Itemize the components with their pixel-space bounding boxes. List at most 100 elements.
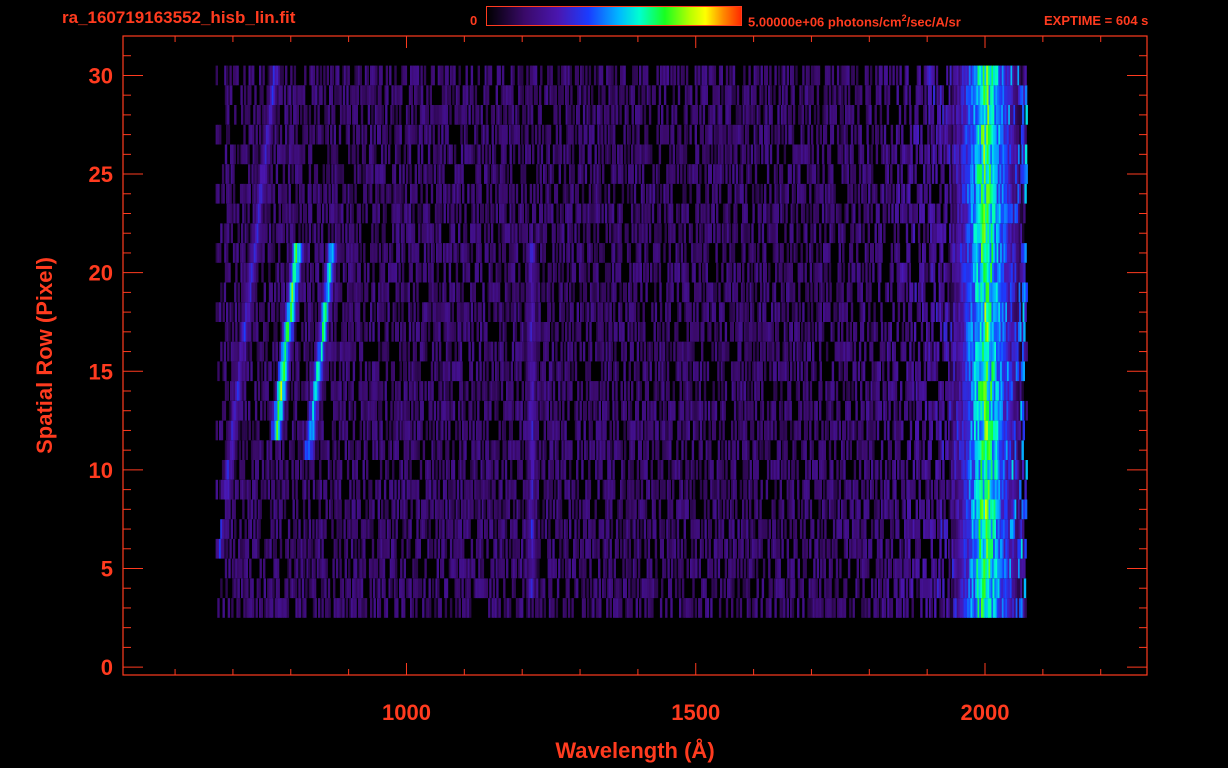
heatmap-cell <box>709 440 712 460</box>
heatmap-cell <box>259 558 262 579</box>
heatmap-cell <box>286 460 289 480</box>
heatmap-cell <box>230 519 233 539</box>
heatmap-cell <box>551 322 554 342</box>
heatmap-cell <box>468 341 471 362</box>
heatmap-cell <box>615 400 619 421</box>
heatmap-cell <box>628 538 631 559</box>
heatmap-cell <box>930 578 933 599</box>
heatmap-cell <box>897 519 900 539</box>
heatmap-cell <box>669 341 673 362</box>
heatmap-cell <box>639 598 642 618</box>
heatmap-cell <box>227 519 230 539</box>
heatmap-cell <box>876 460 879 480</box>
heatmap-cell <box>471 322 474 342</box>
heatmap-cell <box>875 479 878 500</box>
heatmap-cell <box>373 598 376 618</box>
heatmap-cell <box>350 538 354 559</box>
heatmap-cell <box>929 440 932 460</box>
heatmap-cell <box>271 598 274 618</box>
heatmap-cell <box>825 282 829 303</box>
heatmap-cell <box>257 381 261 401</box>
heatmap-cell <box>619 578 622 599</box>
heatmap-cell <box>850 282 853 303</box>
heatmap-cell <box>473 381 476 401</box>
heatmap-cell <box>609 460 612 480</box>
heatmap-cell <box>269 499 273 520</box>
heatmap-cell <box>411 400 414 421</box>
heatmap-cell <box>890 538 894 559</box>
heatmap-cell <box>758 302 762 322</box>
heatmap-cell <box>283 499 287 520</box>
heatmap-cell <box>819 302 822 322</box>
heatmap-cell <box>512 262 516 283</box>
heatmap-cell <box>562 302 566 322</box>
heatmap-cell <box>871 341 874 362</box>
heatmap-cell <box>451 519 454 539</box>
heatmap-cell <box>369 578 372 599</box>
heatmap-cell <box>407 400 410 421</box>
heatmap-cell <box>571 361 574 382</box>
heatmap-cell <box>879 460 883 480</box>
heatmap-cell <box>508 282 511 303</box>
heatmap-cell <box>558 558 561 579</box>
heatmap-cell <box>541 519 544 539</box>
heatmap-cell <box>694 598 697 618</box>
heatmap-cell <box>379 460 383 480</box>
heatmap-cell <box>397 282 400 303</box>
heatmap-cell <box>500 381 504 401</box>
heatmap-cell <box>723 400 726 421</box>
heatmap-cell <box>343 400 346 421</box>
heatmap-cell <box>217 361 220 382</box>
heatmap-cell <box>434 479 437 500</box>
heatmap-cell <box>570 341 574 362</box>
heatmap-cell <box>634 558 637 579</box>
heatmap-cell <box>842 440 846 460</box>
heatmap-cell <box>756 341 759 362</box>
heatmap-cell <box>444 598 448 618</box>
heatmap-cell <box>357 538 361 559</box>
heatmap-cell <box>797 479 800 500</box>
heatmap-cell <box>521 598 524 618</box>
heatmap-cell <box>391 381 394 401</box>
heatmap-cell <box>806 499 809 520</box>
heatmap-cell <box>934 558 938 579</box>
heatmap-cell <box>501 302 505 322</box>
heatmap-cell <box>798 420 802 441</box>
heatmap-cell <box>242 460 246 480</box>
heatmap-cell <box>624 440 627 460</box>
heatmap-cell <box>724 479 727 500</box>
heatmap-cell <box>849 440 852 460</box>
heatmap-cell <box>412 282 416 303</box>
heatmap-cell <box>324 578 327 599</box>
heatmap-cell <box>862 479 866 500</box>
heatmap-cell <box>276 558 280 579</box>
heatmap-cell <box>938 460 942 480</box>
heatmap-cell <box>387 302 390 322</box>
heatmap-cell <box>574 361 578 382</box>
heatmap-cell <box>854 381 858 401</box>
heatmap-cell <box>620 381 623 401</box>
heatmap-cell <box>835 381 839 401</box>
heatmap-cell <box>780 519 784 539</box>
heatmap-cell <box>448 262 452 283</box>
heatmap-cell <box>750 479 753 500</box>
heatmap-cell <box>850 341 853 362</box>
heatmap-cell <box>392 460 395 480</box>
heatmap-cell <box>735 282 739 303</box>
heatmap-cell <box>398 381 401 401</box>
heatmap-cell <box>664 400 667 421</box>
heatmap-cell <box>371 519 374 539</box>
heatmap-cell <box>566 538 569 559</box>
heatmap-cell <box>363 420 366 441</box>
heatmap-cell <box>843 460 846 480</box>
heatmap-cell <box>499 322 502 342</box>
heatmap-cell <box>452 400 456 421</box>
heatmap-cell <box>912 381 915 401</box>
heatmap-cell <box>556 440 559 460</box>
heatmap-cell <box>437 479 441 500</box>
heatmap-cell <box>700 440 703 460</box>
heatmap-cell <box>911 598 914 618</box>
heatmap-cell <box>900 558 903 579</box>
heatmap-cell <box>640 341 643 362</box>
heatmap-cell <box>828 538 831 559</box>
